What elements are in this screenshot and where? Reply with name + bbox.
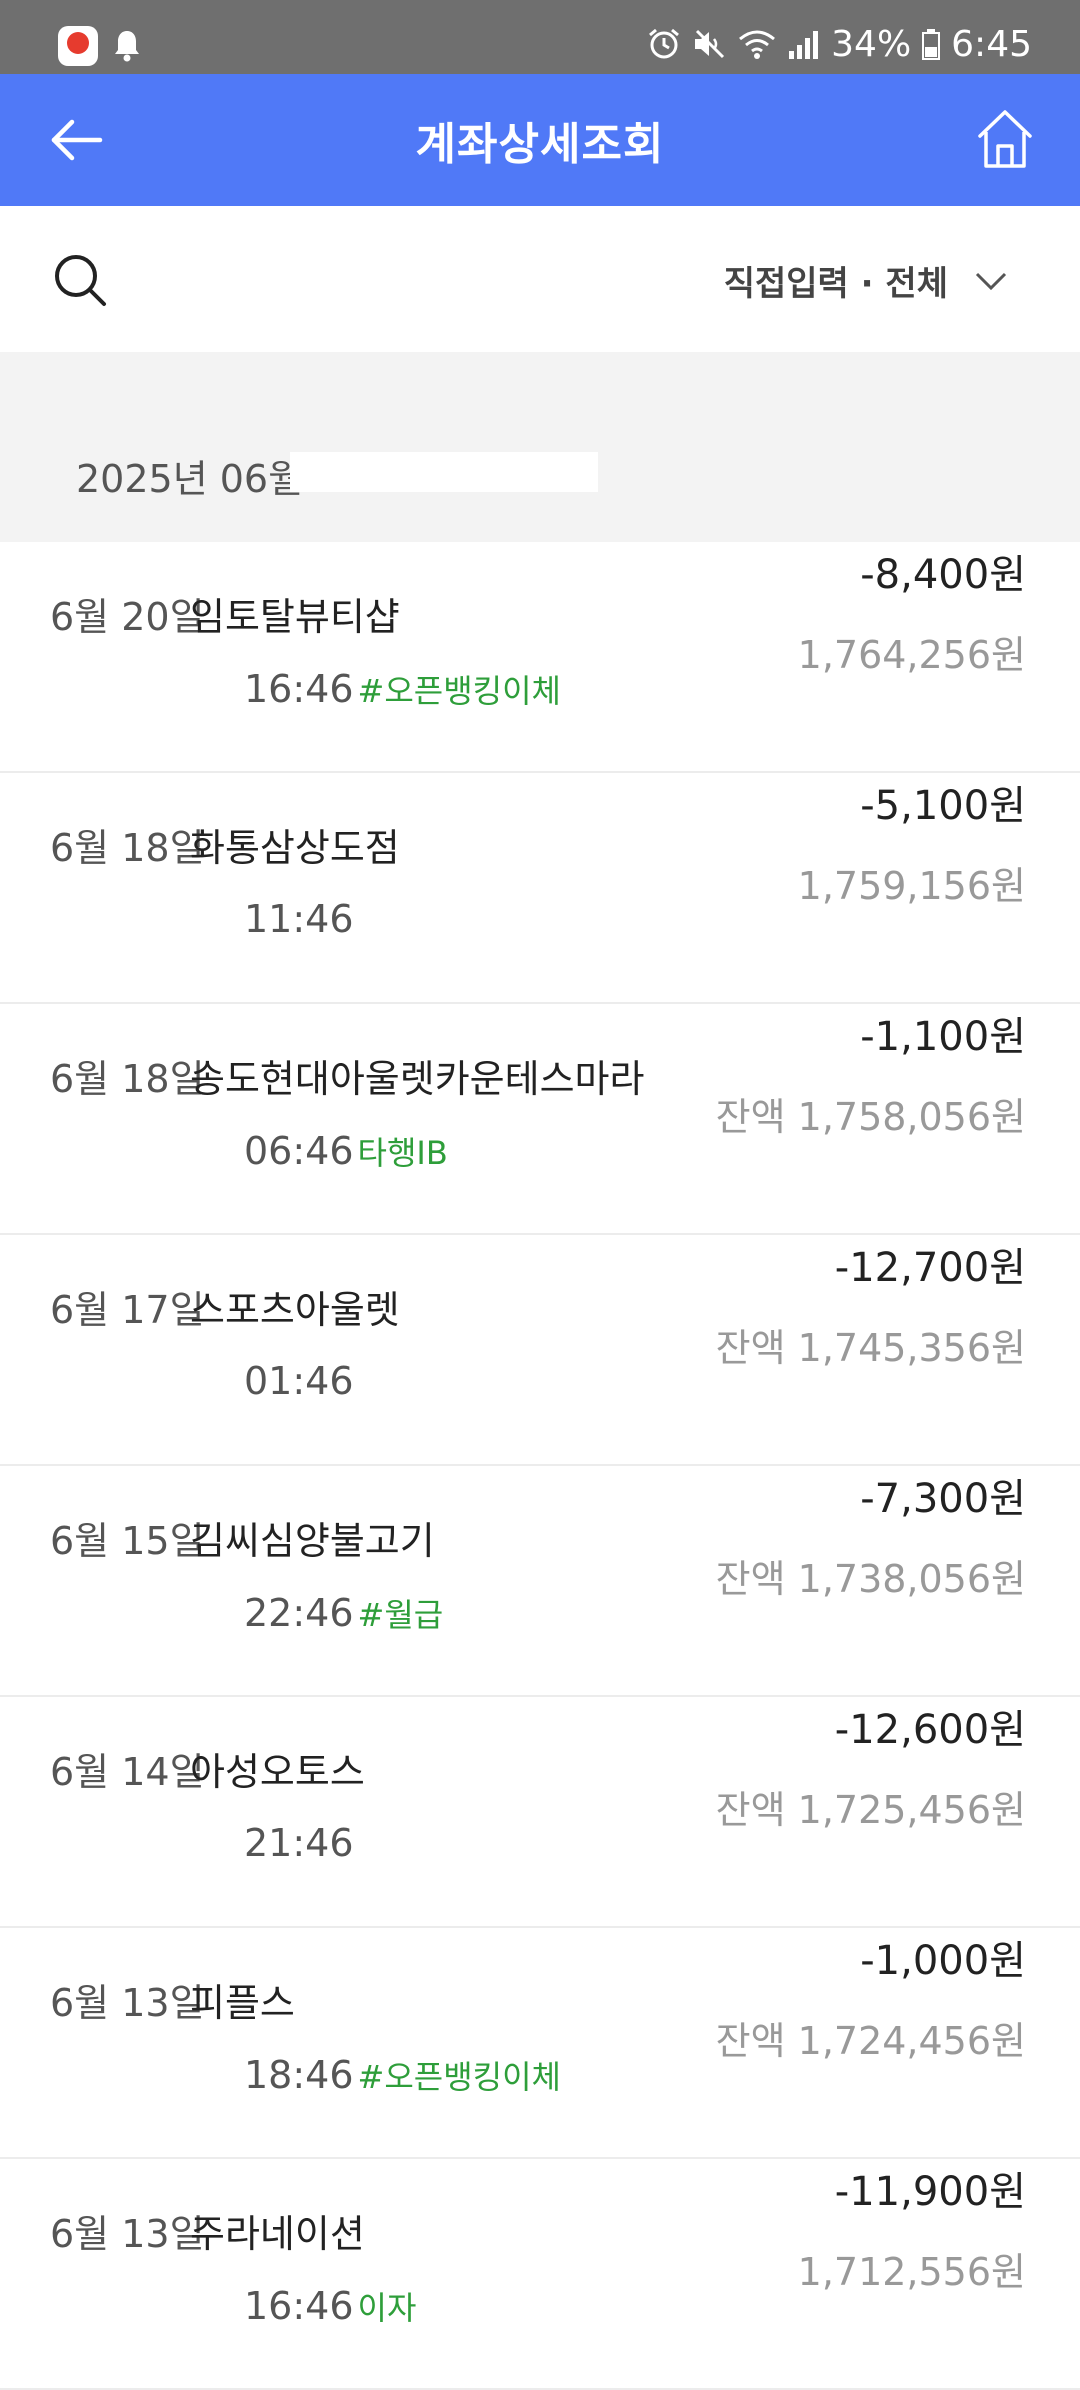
transaction-balance: 1,712,556원 bbox=[797, 2250, 1026, 2294]
month-highlight bbox=[290, 452, 598, 492]
transaction-balance: 잔액 1,745,356원 bbox=[715, 1326, 1026, 1370]
transaction-row[interactable]: 6월 13일 피플스 18:46 #오픈뱅킹이체 -1,000원 잔액 1,72… bbox=[0, 1928, 1080, 2159]
app-header: 계좌상세조회 bbox=[0, 74, 1080, 206]
app-notification-icon bbox=[58, 26, 98, 66]
transaction-merchant: 아성오토스 bbox=[190, 1750, 365, 1794]
filter-selected-label: 직접입력 · 전체 bbox=[723, 264, 948, 304]
transaction-time: 16:46 bbox=[244, 667, 354, 711]
transaction-tag: 타행IB bbox=[357, 1134, 448, 1172]
transaction-merchant: 김씨심양불고기 bbox=[190, 1519, 435, 1563]
transaction-date: 6월 18일 bbox=[50, 826, 205, 870]
transaction-balance: 잔액 1,724,456원 bbox=[715, 2019, 1026, 2063]
bell-icon bbox=[115, 31, 139, 62]
transaction-row[interactable]: 6월 14일 아성오토스 21:46 -12,600원 잔액 1,725,456… bbox=[0, 1697, 1080, 1928]
transaction-time-row: 16:46 이자 bbox=[244, 2283, 416, 2329]
transaction-time-row: 11:46 bbox=[244, 897, 358, 941]
transaction-date: 6월 15일 bbox=[50, 1519, 205, 1563]
transaction-time: 21:46 bbox=[244, 1821, 354, 1865]
transaction-merchant: 주라네이션 bbox=[190, 2212, 365, 2256]
transaction-amount: -8,400원 bbox=[860, 552, 1026, 598]
transaction-date: 6월 18일 bbox=[50, 1057, 205, 1101]
transaction-time: 22:46 bbox=[244, 1591, 354, 1635]
transaction-balance: 잔액 1,738,056원 bbox=[715, 1557, 1026, 1601]
transaction-date: 6월 13일 bbox=[50, 1981, 205, 2025]
wifi-icon bbox=[739, 30, 776, 59]
transaction-row[interactable]: 6월 20일 임토탈뷰티샵 16:46 #오픈뱅킹이체 -8,400원 1,76… bbox=[0, 542, 1080, 773]
transaction-tag: #오픈뱅킹이체 bbox=[357, 2058, 561, 2096]
transaction-balance: 1,759,156원 bbox=[797, 864, 1026, 908]
transaction-date: 6월 17일 bbox=[50, 1288, 205, 1332]
transaction-merchant: 화통삼상도점 bbox=[190, 826, 400, 870]
transaction-time-row: 16:46 #오픈뱅킹이체 bbox=[244, 666, 561, 712]
transaction-list: 6월 20일 임토탈뷰티샵 16:46 #오픈뱅킹이체 -8,400원 1,76… bbox=[0, 542, 1080, 2390]
battery-icon bbox=[922, 29, 941, 60]
transaction-date: 6월 14일 bbox=[50, 1750, 205, 1794]
month-section: 2025년 06월 bbox=[0, 352, 1080, 542]
transaction-row[interactable]: 6월 18일 화통삼상도점 11:46 -5,100원 1,759,156원 bbox=[0, 773, 1080, 1004]
filter-bar: 직접입력 · 전체 bbox=[0, 206, 1080, 352]
alarm-icon bbox=[649, 28, 680, 59]
transaction-merchant: 임토탈뷰티샵 bbox=[190, 595, 400, 639]
transaction-time-row: 21:46 bbox=[244, 1821, 358, 1865]
signal-icon bbox=[789, 31, 819, 59]
transaction-amount: -12,700원 bbox=[834, 1245, 1026, 1291]
transaction-amount: -7,300원 bbox=[860, 1476, 1026, 1522]
transaction-tag: 이자 bbox=[357, 2289, 417, 2327]
month-label: 2025년 06월 bbox=[76, 457, 304, 501]
battery-percent: 34% bbox=[831, 23, 912, 65]
transaction-balance: 잔액 1,758,056원 bbox=[715, 1095, 1026, 1139]
transaction-row[interactable]: 6월 18일 송도현대아울렛카운테스마라 06:46 타행IB -1,100원 … bbox=[0, 1004, 1080, 1235]
transaction-amount: -12,600원 bbox=[834, 1707, 1026, 1753]
period-filter-dropdown[interactable]: 직접입력 · 전체 bbox=[724, 256, 1008, 305]
transaction-time-row: 06:46 타행IB bbox=[244, 1128, 448, 1174]
transaction-amount: -11,900원 bbox=[834, 2169, 1026, 2215]
transaction-merchant: 송도현대아울렛카운테스마라 bbox=[190, 1057, 645, 1101]
home-icon[interactable] bbox=[974, 106, 1036, 172]
chevron-down-icon bbox=[975, 272, 1007, 290]
transaction-amount: -5,100원 bbox=[860, 783, 1026, 829]
transaction-tag: #월급 bbox=[357, 1596, 444, 1634]
transaction-date: 6월 13일 bbox=[50, 2212, 205, 2256]
transaction-time-row: 22:46 #월급 bbox=[244, 1590, 443, 1636]
transaction-time-row: 18:46 #오픈뱅킹이체 bbox=[244, 2052, 561, 2098]
status-indicators: 34% 6:45 bbox=[647, 20, 1032, 68]
clock: 6:45 bbox=[951, 23, 1032, 65]
mute-icon bbox=[695, 29, 725, 59]
page-title: 계좌상세조회 bbox=[415, 119, 665, 170]
transaction-balance: 1,764,256원 bbox=[797, 633, 1026, 677]
transaction-time: 06:46 bbox=[244, 1129, 354, 1173]
status-bar: 34% 6:45 bbox=[0, 0, 1080, 74]
transaction-time: 16:46 bbox=[244, 2284, 354, 2328]
transaction-time-row: 01:46 bbox=[244, 1359, 358, 1403]
transaction-amount: -1,100원 bbox=[860, 1014, 1026, 1060]
transaction-balance: 잔액 1,725,456원 bbox=[715, 1788, 1026, 1832]
transaction-time: 11:46 bbox=[244, 897, 354, 941]
transaction-time: 01:46 bbox=[244, 1359, 354, 1403]
search-icon[interactable] bbox=[52, 252, 108, 308]
transaction-merchant: 피플스 bbox=[190, 1981, 295, 2025]
transaction-date: 6월 20일 bbox=[50, 595, 205, 639]
transaction-row[interactable]: 6월 17일 스포츠아울렛 01:46 -12,700원 잔액 1,745,35… bbox=[0, 1235, 1080, 1466]
transaction-row[interactable]: 6월 13일 주라네이션 16:46 이자 -11,900원 1,712,556… bbox=[0, 2159, 1080, 2390]
transaction-time: 18:46 bbox=[244, 2053, 354, 2097]
transaction-tag: #오픈뱅킹이체 bbox=[357, 672, 561, 710]
transaction-merchant: 스포츠아울렛 bbox=[190, 1288, 400, 1332]
transaction-row[interactable]: 6월 15일 김씨심양불고기 22:46 #월급 -7,300원 잔액 1,73… bbox=[0, 1466, 1080, 1697]
transaction-amount: -1,000원 bbox=[860, 1938, 1026, 1984]
